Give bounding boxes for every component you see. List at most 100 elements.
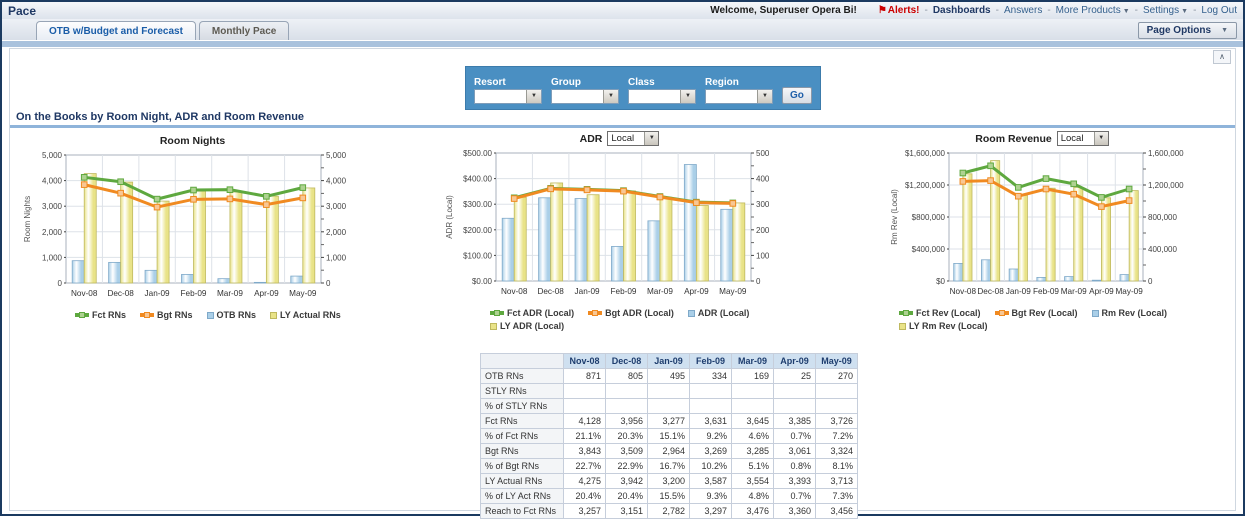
line-marker[interactable]	[1043, 186, 1049, 192]
bar[interactable]	[84, 174, 96, 283]
line-marker[interactable]	[264, 202, 270, 208]
bar[interactable]	[109, 262, 121, 283]
bar[interactable]	[954, 263, 963, 281]
bar[interactable]	[587, 195, 599, 281]
bar[interactable]	[194, 191, 206, 283]
line-marker[interactable]	[118, 179, 124, 185]
line-marker[interactable]	[1126, 186, 1132, 192]
filter-select-region[interactable]: ▼	[705, 89, 773, 104]
bar[interactable]	[981, 260, 990, 281]
bar[interactable]	[1009, 269, 1018, 281]
bar[interactable]	[218, 279, 230, 283]
line-marker[interactable]	[1071, 191, 1077, 197]
line-marker[interactable]	[1099, 204, 1105, 210]
page-options-button[interactable]: Page Options ▼	[1138, 22, 1237, 39]
line-marker[interactable]	[191, 197, 197, 203]
nav-settings[interactable]: Settings▼	[1143, 5, 1188, 16]
nav-log-out[interactable]: Log Out	[1201, 5, 1237, 16]
line-marker[interactable]	[988, 163, 994, 169]
bar[interactable]	[502, 218, 514, 281]
bar[interactable]	[266, 196, 278, 283]
line-marker[interactable]	[960, 179, 966, 185]
bar[interactable]	[1065, 277, 1074, 281]
line-marker[interactable]	[988, 178, 994, 184]
tab-otb-w-budget-and-forecast[interactable]: OTB w/Budget and Forecast	[36, 21, 196, 40]
line-marker[interactable]	[300, 185, 306, 191]
line-marker[interactable]	[960, 170, 966, 176]
bar[interactable]	[181, 274, 193, 283]
bar[interactable]	[1101, 198, 1110, 281]
line-marker[interactable]	[1071, 181, 1077, 187]
line-marker[interactable]	[1099, 195, 1105, 201]
right-tick-label: 3,000	[326, 202, 347, 211]
adr-measure-select[interactable]: Local▼	[607, 131, 659, 146]
line-marker[interactable]	[730, 201, 736, 207]
bar[interactable]	[721, 209, 733, 281]
line-marker[interactable]	[548, 186, 554, 192]
go-button[interactable]: Go	[782, 87, 812, 104]
bar[interactable]	[303, 188, 315, 283]
bar[interactable]	[157, 201, 169, 283]
line-marker[interactable]	[694, 200, 700, 206]
line-marker[interactable]	[227, 196, 233, 202]
bar[interactable]	[254, 282, 266, 283]
line-marker[interactable]	[657, 194, 663, 200]
table-cell: 22.7%	[564, 459, 606, 474]
bar[interactable]	[624, 191, 636, 281]
bar[interactable]	[660, 197, 672, 281]
line-marker[interactable]	[81, 182, 87, 188]
bar[interactable]	[1120, 275, 1129, 281]
line-marker[interactable]	[264, 194, 270, 200]
line-marker[interactable]	[300, 195, 306, 201]
filter-select-group[interactable]: ▼	[551, 89, 619, 104]
bar[interactable]	[1092, 280, 1101, 281]
bar[interactable]	[1129, 191, 1138, 281]
nav-answers[interactable]: Answers	[1004, 5, 1042, 16]
line-marker[interactable]	[81, 175, 87, 181]
line-marker[interactable]	[1126, 198, 1132, 204]
room-revenue-measure-select[interactable]: Local▼	[1057, 131, 1109, 146]
line-marker[interactable]	[227, 187, 233, 193]
nav-dashboards[interactable]: Dashboards	[933, 5, 991, 16]
line-marker[interactable]	[584, 187, 590, 193]
table-cell: 3,587	[690, 474, 732, 489]
line-marker[interactable]	[1015, 185, 1021, 191]
line-marker[interactable]	[1015, 193, 1021, 199]
filter-select-resort[interactable]: ▼	[474, 89, 542, 104]
bar[interactable]	[684, 165, 696, 281]
nav-alerts[interactable]: ⚑Alerts!	[878, 5, 920, 16]
bar[interactable]	[514, 197, 526, 281]
dashboard-tabs: OTB w/Budget and Forecast Monthly Pace	[36, 21, 292, 40]
bar[interactable]	[575, 199, 587, 281]
bar[interactable]	[551, 183, 563, 281]
line-marker[interactable]	[621, 188, 627, 194]
bar[interactable]	[230, 192, 242, 283]
line-marker[interactable]	[511, 196, 517, 202]
table-row: OTB RNs87180549533416925270	[481, 369, 858, 384]
bar[interactable]	[648, 221, 660, 281]
bar[interactable]	[696, 205, 708, 281]
bar[interactable]	[1046, 188, 1055, 281]
filter-select-class[interactable]: ▼	[628, 89, 696, 104]
nav-more-products[interactable]: More Products▼	[1056, 5, 1130, 16]
line-marker[interactable]	[1043, 176, 1049, 182]
filter-class: Class▼	[628, 77, 696, 104]
bar[interactable]	[1074, 187, 1083, 281]
bar[interactable]	[291, 276, 303, 283]
bar[interactable]	[145, 270, 157, 283]
bar[interactable]	[611, 246, 623, 281]
chart-title-text: Room Nights	[160, 135, 225, 147]
bar[interactable]	[963, 174, 972, 281]
bar[interactable]	[1018, 195, 1027, 281]
bar[interactable]	[733, 203, 745, 281]
line-marker[interactable]	[154, 196, 160, 202]
bar[interactable]	[72, 261, 84, 283]
bar[interactable]	[539, 198, 551, 281]
line-marker[interactable]	[154, 204, 160, 210]
bar[interactable]	[1037, 277, 1046, 281]
tab-monthly-pace[interactable]: Monthly Pace	[199, 21, 289, 40]
line-marker[interactable]	[191, 187, 197, 193]
collapse-section-icon[interactable]: ∧	[1213, 50, 1231, 64]
table-cell	[816, 384, 858, 399]
line-marker[interactable]	[118, 190, 124, 196]
